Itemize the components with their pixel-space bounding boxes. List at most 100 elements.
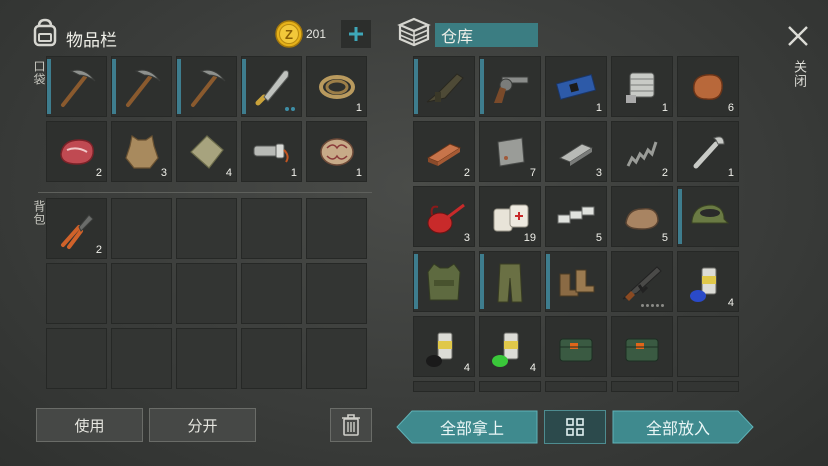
inventory-title: 物品栏: [66, 31, 117, 51]
item-slot[interactable]: 1: [545, 56, 607, 117]
item-slot[interactable]: 1: [241, 121, 302, 182]
item-slot[interactable]: [413, 251, 475, 312]
item-count: 4: [225, 167, 232, 179]
sort-button[interactable]: [544, 410, 606, 444]
put-all-button[interactable]: 全部放入: [612, 410, 754, 444]
item-slot[interactable]: [611, 316, 673, 377]
item-slot[interactable]: 2: [413, 121, 475, 182]
item-slot[interactable]: 4: [176, 121, 237, 182]
close-label[interactable]: 关闭: [789, 60, 808, 88]
item-count: 6: [727, 102, 734, 114]
storage-crate-icon: [397, 16, 431, 48]
durability-bar: [480, 254, 484, 309]
item-slot[interactable]: [545, 316, 607, 377]
item-slot[interactable]: 1: [677, 121, 739, 182]
item-slot[interactable]: 7: [479, 121, 541, 182]
empty-slot[interactable]: [111, 198, 172, 259]
durability-bar: [678, 189, 682, 244]
item-count: 1: [355, 167, 362, 179]
item-count: 1: [727, 167, 734, 179]
backpack-icon: [29, 16, 61, 48]
close-icon: [788, 26, 808, 46]
item-count: 4: [727, 297, 734, 309]
item-count: 4: [463, 362, 470, 374]
item-slot[interactable]: [241, 56, 302, 117]
item-count: 2: [463, 167, 470, 179]
item-slot[interactable]: 3: [545, 121, 607, 182]
inventory-divider: [38, 192, 372, 193]
item-count: 1: [661, 102, 668, 114]
item-count: 2: [661, 167, 668, 179]
item-slot[interactable]: [677, 186, 739, 247]
empty-slot[interactable]: [176, 328, 237, 389]
item-slot[interactable]: [176, 56, 237, 117]
item-slot[interactable]: 3: [413, 186, 475, 247]
item-count: 1: [355, 102, 362, 114]
item-slot[interactable]: 1: [306, 121, 367, 182]
split-button[interactable]: 分开: [149, 408, 256, 442]
empty-slot[interactable]: [111, 328, 172, 389]
empty-slot[interactable]: [176, 263, 237, 324]
item-count: 2: [95, 244, 102, 256]
item-slot[interactable]: 5: [611, 186, 673, 247]
item-slot[interactable]: [46, 56, 107, 117]
use-button[interactable]: 使用: [36, 408, 143, 442]
attachment-dots: [641, 304, 664, 307]
empty-slot[interactable]: [241, 263, 302, 324]
item-slot[interactable]: 1: [611, 56, 673, 117]
durability-bar: [112, 59, 116, 114]
durability-bar: [480, 59, 484, 114]
item-count: 7: [529, 167, 536, 179]
item-slot[interactable]: 3: [111, 121, 172, 182]
item-slot[interactable]: 4: [479, 316, 541, 377]
item-slot[interactable]: 19: [479, 186, 541, 247]
item-slot[interactable]: 6: [677, 56, 739, 117]
empty-slot[interactable]: [479, 381, 541, 392]
grid-icon: [566, 418, 584, 436]
empty-slot[interactable]: [241, 328, 302, 389]
item-slot[interactable]: 4: [413, 316, 475, 377]
storage-grid: 1 1 6 2 7 3 2 1 3 19 5 5 4 4 4: [413, 56, 739, 392]
empty-slot[interactable]: [677, 381, 739, 392]
add-coins-button[interactable]: [341, 20, 371, 48]
take-all-label: 全部拿上: [439, 419, 504, 438]
plus-icon: [349, 27, 363, 41]
trash-button[interactable]: [330, 408, 372, 442]
item-count: 3: [463, 232, 470, 244]
empty-slot[interactable]: [46, 263, 107, 324]
item-slot[interactable]: [479, 56, 541, 117]
empty-slot[interactable]: [46, 328, 107, 389]
item-slot[interactable]: [479, 251, 541, 312]
take-all-button[interactable]: 全部拿上: [396, 410, 538, 444]
item-count: 5: [595, 232, 602, 244]
empty-slot[interactable]: [306, 198, 367, 259]
durability-bar: [546, 254, 550, 309]
item-count: 4: [529, 362, 536, 374]
item-count: 5: [661, 232, 668, 244]
empty-slot[interactable]: [176, 198, 237, 259]
item-slot[interactable]: 2: [46, 121, 107, 182]
empty-slot[interactable]: [611, 381, 673, 392]
item-slot[interactable]: 1: [306, 56, 367, 117]
empty-slot[interactable]: [413, 381, 475, 392]
attachment-dots: [285, 107, 295, 111]
item-slot[interactable]: 5: [545, 186, 607, 247]
item-slot[interactable]: [111, 56, 172, 117]
item-slot[interactable]: 2: [46, 198, 107, 259]
item-slot[interactable]: 2: [611, 121, 673, 182]
empty-slot[interactable]: [111, 263, 172, 324]
item-slot[interactable]: [413, 56, 475, 117]
durability-bar: [47, 59, 51, 114]
item-slot[interactable]: 4: [677, 251, 739, 312]
empty-slot[interactable]: [545, 381, 607, 392]
empty-slot[interactable]: [306, 263, 367, 324]
item-count: 3: [160, 167, 167, 179]
item-slot[interactable]: [611, 251, 673, 312]
empty-slot[interactable]: [306, 328, 367, 389]
empty-slot[interactable]: [241, 198, 302, 259]
empty-slot[interactable]: [677, 316, 739, 377]
item-count: 1: [290, 167, 297, 179]
close-button[interactable]: [784, 22, 812, 50]
item-slot[interactable]: [545, 251, 607, 312]
trash-icon: [342, 414, 360, 436]
